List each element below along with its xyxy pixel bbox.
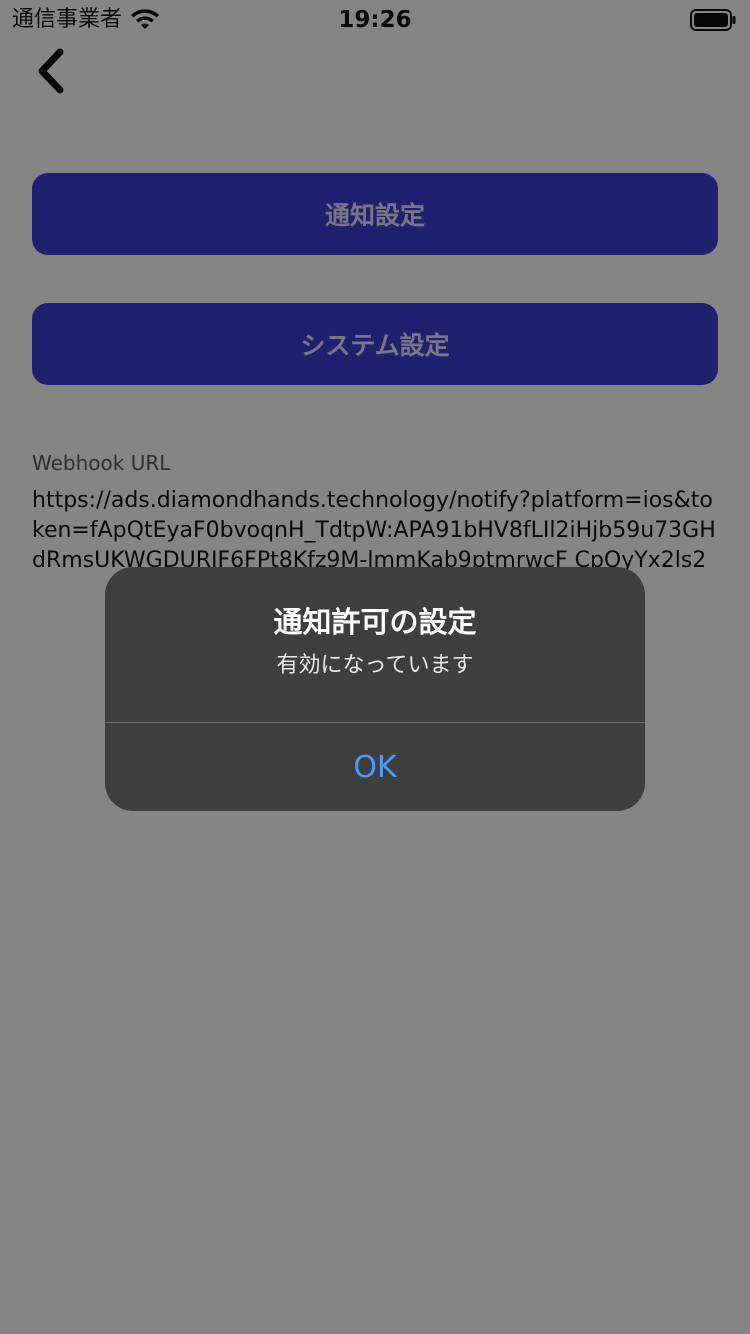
alert-title: 通知許可の設定 bbox=[273, 605, 477, 639]
ok-button-label: OK bbox=[353, 749, 397, 785]
ok-button[interactable]: OK bbox=[105, 723, 645, 811]
screen: 通信事業者 19:26 通知設定 システム設定 Webhook URL http… bbox=[0, 0, 750, 1334]
alert-message: 有効になっています bbox=[276, 653, 474, 678]
alert-dialog: 通知許可の設定 有効になっています OK bbox=[105, 567, 645, 811]
